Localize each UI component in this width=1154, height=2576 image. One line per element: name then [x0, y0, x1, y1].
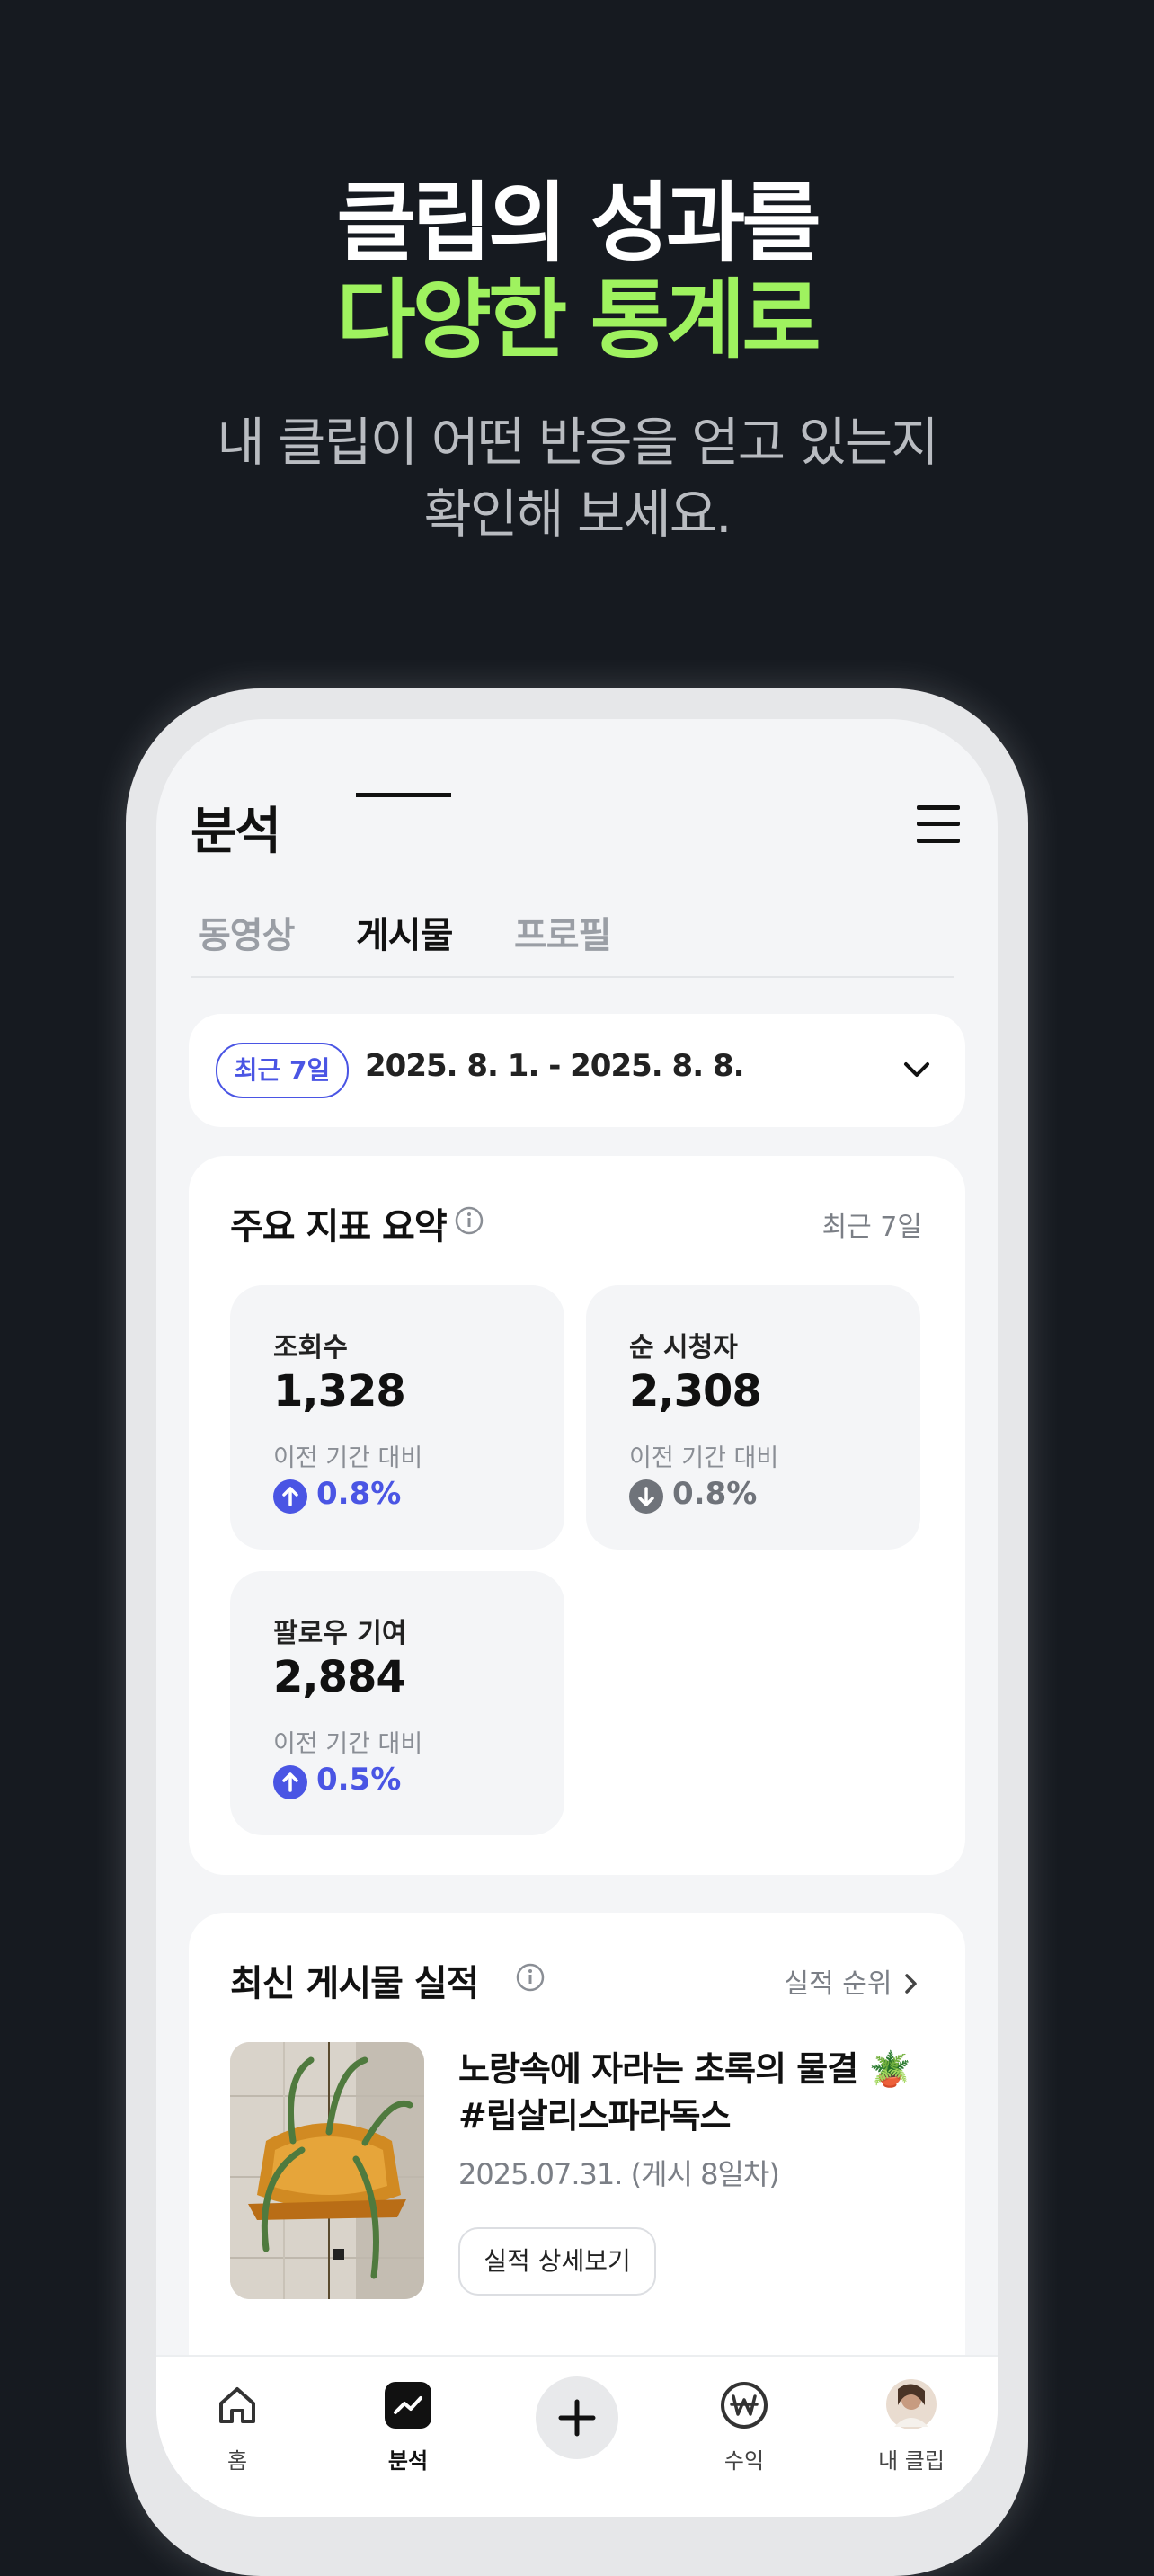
nav-earnings-label: 수익: [723, 2448, 765, 2474]
tab-profile[interactable]: 프로필: [514, 906, 611, 958]
hero-subtitle-line1: 내 클립이 어떤 반응을 얻고 있는지: [217, 412, 938, 473]
hamburger-menu-icon[interactable]: [917, 805, 960, 843]
avatar: [886, 2379, 937, 2429]
plus-icon: [558, 2399, 596, 2437]
performance-detail-button[interactable]: 실적 상세보기: [458, 2227, 656, 2296]
nav-home-label: 홈: [226, 2448, 248, 2474]
tab-posts[interactable]: 게시물: [356, 906, 453, 958]
analytics-icon: [385, 2382, 431, 2429]
summary-card: 주요 지표 요약 최근 7일 조회수 1,328 이전 기간 대비 0.8% 순…: [189, 1156, 965, 1875]
nav-analytics[interactable]: 분석: [354, 2376, 462, 2474]
metric-value: 2,884: [273, 1652, 406, 1702]
nav-home[interactable]: 홈: [183, 2376, 291, 2474]
phone-screen: 분석 동영상 게시물 프로필 최근 7일 2025. 8. 1. - 2025.…: [156, 719, 998, 2517]
metric-value: 1,328: [273, 1366, 406, 1417]
post-title[interactable]: 노랑속에 자라는 초록의 물결 🪴 #립살리스파라독스: [458, 2046, 944, 2139]
metric-change-value: 0.8%: [672, 1476, 758, 1512]
nav-analytics-label: 분석: [387, 2448, 429, 2474]
active-tab-indicator: [356, 793, 451, 797]
post-date: 2025.07.31. (게시 8일차): [458, 2157, 780, 2191]
metric-compare-label: 이전 기간 대비: [273, 1730, 423, 1758]
nav-my-clip-label: 내 클립: [878, 2448, 945, 2474]
nav-earnings[interactable]: 수익: [690, 2376, 798, 2474]
bottom-navigation: 홈 분석 수익 내 클립: [156, 2355, 998, 2517]
summary-period: 최근 7일: [821, 1212, 922, 1243]
info-icon[interactable]: [516, 1963, 545, 1992]
won-coin-icon: [721, 2382, 768, 2429]
chevron-down-icon[interactable]: [899, 1052, 935, 1088]
metric-change-value: 0.8%: [316, 1476, 402, 1512]
posts-title: 최신 게시물 실적: [230, 1963, 479, 2004]
metric-label: 팔로우 기여: [273, 1618, 407, 1649]
info-icon[interactable]: [455, 1206, 484, 1235]
create-post-button[interactable]: [536, 2376, 618, 2459]
performance-rank-link[interactable]: 실적 순위: [785, 1961, 920, 2001]
metric-card-follow-contribution[interactable]: 팔로우 기여 2,884 이전 기간 대비 0.5%: [230, 1571, 564, 1835]
plant-thumbnail-image: [230, 2042, 424, 2299]
post-thumbnail[interactable]: [230, 2042, 424, 2299]
metric-compare-label: 이전 기간 대비: [629, 1444, 779, 1472]
home-icon: [219, 2387, 255, 2423]
hero-subtitle-line2: 확인해 보세요.: [423, 484, 732, 545]
date-filter[interactable]: 최근 7일 2025. 8. 1. - 2025. 8. 8.: [189, 1014, 965, 1127]
metric-label: 조회수: [273, 1332, 348, 1364]
tab-video[interactable]: 동영상: [198, 906, 295, 958]
hero-headline-line2: 다양한 통계로: [336, 270, 821, 370]
metric-value: 2,308: [629, 1366, 762, 1417]
arrow-down-circle-icon: [629, 1479, 663, 1514]
summary-title: 주요 지표 요약: [230, 1206, 448, 1248]
chevron-right-icon: [905, 1974, 917, 1994]
metric-change-value: 0.5%: [316, 1762, 402, 1798]
page-title: 분석: [191, 803, 281, 861]
metric-card-views[interactable]: 조회수 1,328 이전 기간 대비 0.8%: [230, 1285, 564, 1550]
date-preset-pill[interactable]: 최근 7일: [216, 1043, 349, 1098]
nav-my-clip[interactable]: 내 클립: [857, 2376, 965, 2474]
metric-card-unique-viewers[interactable]: 순 시청자 2,308 이전 기간 대비 0.8%: [586, 1285, 920, 1550]
metric-label: 순 시청자: [629, 1332, 738, 1364]
tab-bar: 동영상 게시물 프로필: [198, 906, 998, 978]
performance-rank-label: 실적 순위: [784, 1968, 892, 2000]
arrow-up-circle-icon: [273, 1479, 307, 1514]
tabs-divider: [191, 976, 954, 978]
metric-compare-label: 이전 기간 대비: [273, 1444, 423, 1472]
date-range-text: 2025. 8. 1. - 2025. 8. 8.: [365, 1048, 745, 1084]
arrow-up-circle-icon: [273, 1765, 307, 1799]
